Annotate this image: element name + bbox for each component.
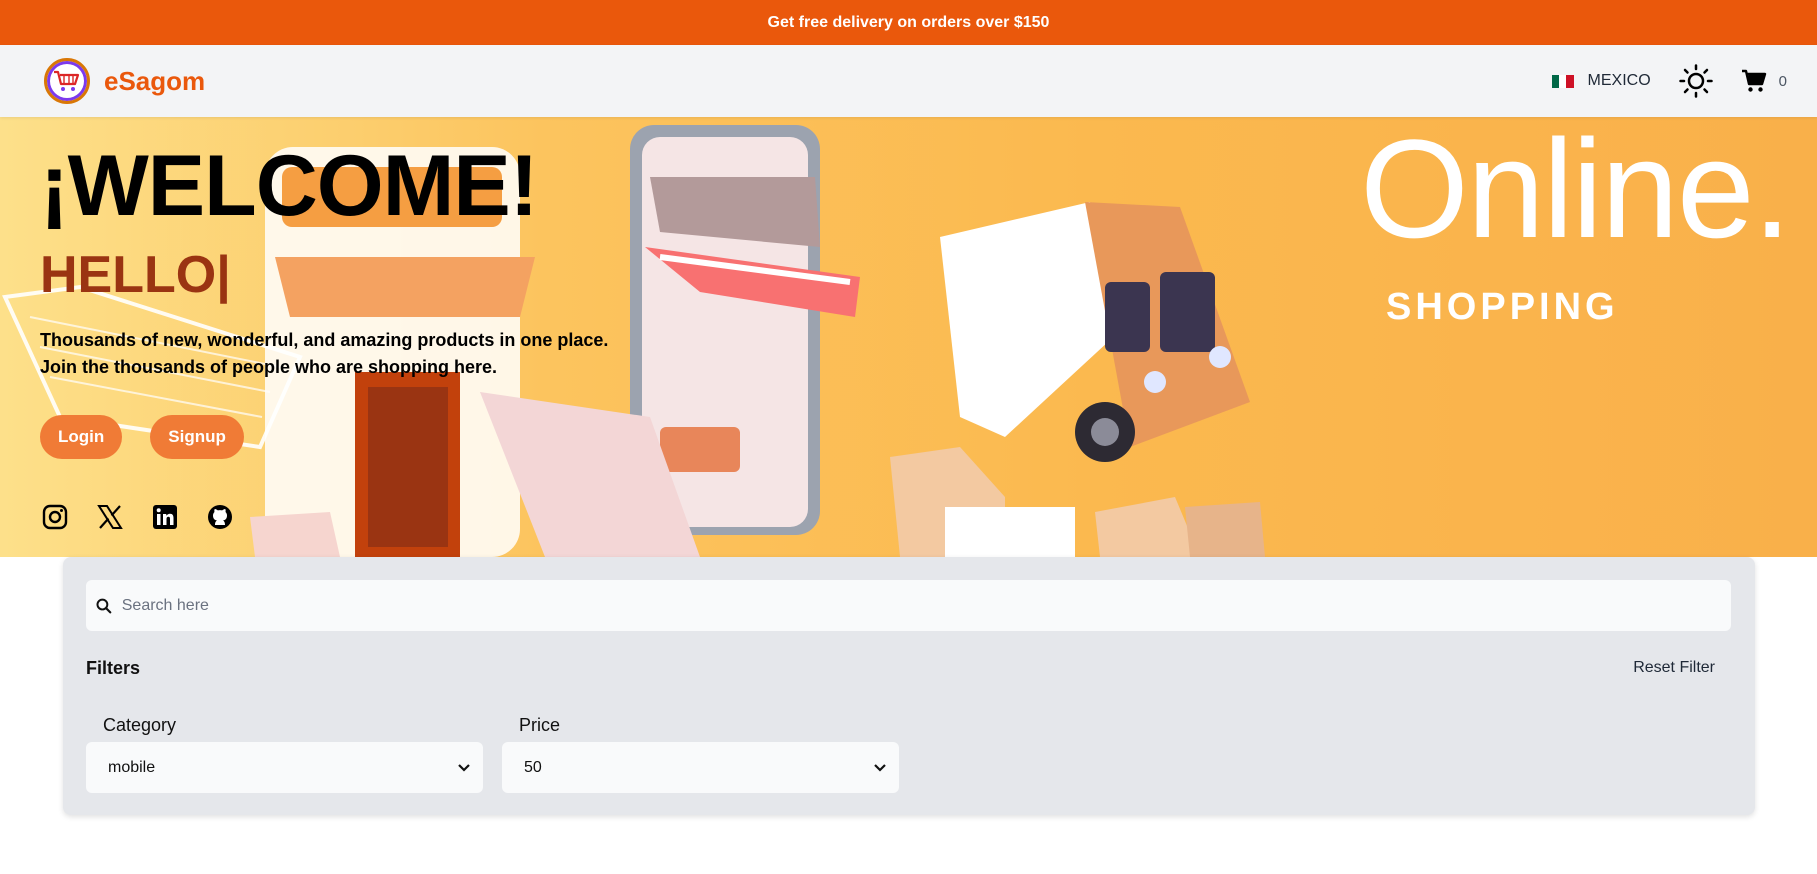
instagram-icon[interactable] [42, 504, 68, 530]
category-select[interactable]: mobile [86, 742, 483, 793]
brand-name: eSagom [104, 65, 206, 96]
cart-logo-icon [44, 58, 90, 104]
cart-icon [1741, 69, 1766, 92]
filters-heading: Filters [86, 658, 141, 678]
tagline-line-2: Join the thousands of people who are sho… [40, 357, 498, 377]
social-links [42, 504, 233, 530]
auth-buttons: Login Signup [40, 415, 608, 459]
online-headline: Online. [1360, 117, 1792, 267]
country-selector[interactable]: MEXICO [1551, 72, 1651, 90]
shopping-headline: SHOPPING [1386, 286, 1619, 328]
search-icon [96, 598, 112, 613]
price-select[interactable]: 50 [502, 742, 899, 793]
hello-typewriter-text: HELLO| [40, 246, 231, 304]
signup-button[interactable]: Signup [150, 415, 244, 459]
brand-logo-link[interactable]: eSagom [44, 58, 205, 104]
chevron-down-icon [873, 763, 887, 773]
country-label: MEXICO [1587, 72, 1651, 89]
cart-button[interactable]: 0 [1741, 69, 1787, 93]
login-button[interactable]: Login [40, 415, 123, 459]
theme-toggle-button[interactable] [1678, 64, 1713, 98]
hero-banner: ¡WELCOME! HELLO| Thousands of new, wonde… [0, 117, 1817, 557]
github-icon[interactable] [207, 504, 233, 530]
top-navbar: eSagom MEXICO 0 [0, 45, 1817, 117]
hero-text-block: ¡WELCOME! HELLO| Thousands of new, wonde… [40, 143, 608, 459]
mexico-flag-icon [1551, 74, 1574, 88]
x-icon[interactable] [97, 504, 123, 530]
chevron-down-icon [457, 763, 471, 773]
linkedin-icon[interactable] [152, 504, 178, 530]
category-selected-value: mobile [108, 758, 156, 776]
tagline-line-1: Thousands of new, wonderful, and amazing… [40, 330, 609, 350]
promo-banner: Get free delivery on orders over $150 [0, 0, 1817, 45]
price-label: Price [519, 715, 561, 735]
promo-text: Get free delivery on orders over $150 [767, 13, 1050, 31]
category-label: Category [103, 715, 177, 735]
filter-panel: Filters Reset Filter Category mobile Pri… [63, 557, 1755, 815]
welcome-heading: ¡WELCOME! [40, 138, 538, 234]
search-bar[interactable] [86, 580, 1731, 631]
hero-tagline: Thousands of new, wonderful, and amazing… [40, 327, 608, 381]
search-input[interactable] [121, 596, 1731, 615]
sun-icon [1678, 64, 1713, 98]
price-selected-value: 50 [524, 758, 542, 776]
reset-filter-button[interactable]: Reset Filter [1633, 659, 1715, 677]
cart-count: 0 [1778, 72, 1787, 90]
